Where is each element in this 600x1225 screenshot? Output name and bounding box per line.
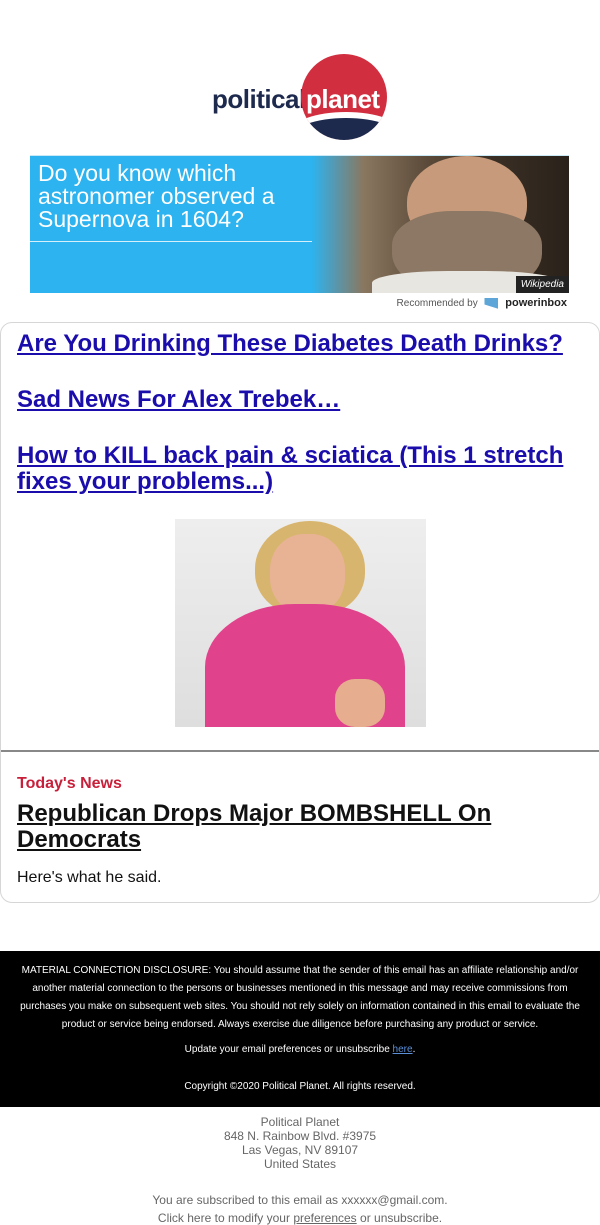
astronomer-portrait	[312, 156, 569, 293]
todays-news-label: Today's News	[17, 775, 122, 792]
recommended-label: Recommended by	[396, 298, 478, 309]
banner-question: Do you know which astronomer observed a …	[38, 160, 275, 232]
address-company: Political Planet	[260, 1115, 340, 1129]
preferences-here-link[interactable]: here	[393, 1044, 413, 1055]
sponsored-banner[interactable]: Do you know which astronomer observed a …	[30, 155, 569, 293]
article-link-bombshell[interactable]: Republican Drops Major BOMBSHELL On Demo…	[17, 801, 587, 853]
address-city: Las Vegas, NV 89107	[241, 1143, 359, 1157]
article-link-back-pain[interactable]: How to KILL back pain & sciatica (This 1…	[17, 443, 587, 495]
modify-prefix: Click here to modify your	[157, 1211, 290, 1225]
preferences-text: Update your email preferences or unsubsc…	[184, 1044, 390, 1055]
modify-line: Click here to modify your preferences or…	[0, 1209, 600, 1225]
article-link-diabetes[interactable]: Are You Drinking These Diabetes Death Dr…	[17, 331, 587, 357]
copyright: Copyright ©2020 Political Planet. All ri…	[184, 1081, 416, 1092]
address-street: 848 N. Rainbow Blvd. #3975	[223, 1129, 377, 1143]
banner-divider	[30, 241, 325, 242]
mailing-address: Political Planet 848 N. Rainbow Blvd. #3…	[0, 1115, 600, 1171]
article-teaser: Here's what he said.	[17, 869, 162, 886]
disclosure-text: MATERIAL CONNECTION DISCLOSURE: You shou…	[20, 965, 580, 1030]
banner-source-tag: Wikipedia	[515, 276, 569, 293]
section-divider	[1, 750, 599, 752]
subscribed-as: You are subscribed to this email as xxxx…	[152, 1193, 448, 1207]
powerinbox-icon	[484, 297, 499, 309]
powerinbox-brand: powerinbox	[505, 297, 567, 309]
modify-suffix: or unsubscribe.	[360, 1211, 443, 1225]
back-pain-image[interactable]	[175, 519, 426, 727]
article-link-trebek[interactable]: Sad News For Alex Trebek…	[17, 387, 587, 413]
logo-text-planet: planet	[306, 84, 380, 114]
recommended-by[interactable]: Recommended by powerinbox	[0, 297, 567, 309]
footer-disclosure: MATERIAL CONNECTION DISCLOSURE: You shou…	[0, 951, 600, 1107]
logo-text-political: political	[212, 84, 306, 114]
brand-logo[interactable]: political planet	[0, 54, 600, 140]
address-country: United States	[263, 1157, 337, 1171]
content-card: Are You Drinking These Diabetes Death Dr…	[0, 322, 600, 903]
preferences-line: Update your email preferences or unsubsc…	[184, 1044, 416, 1055]
subscription-info: You are subscribed to this email as xxxx…	[0, 1191, 600, 1225]
preferences-link[interactable]: preferences	[293, 1211, 356, 1225]
